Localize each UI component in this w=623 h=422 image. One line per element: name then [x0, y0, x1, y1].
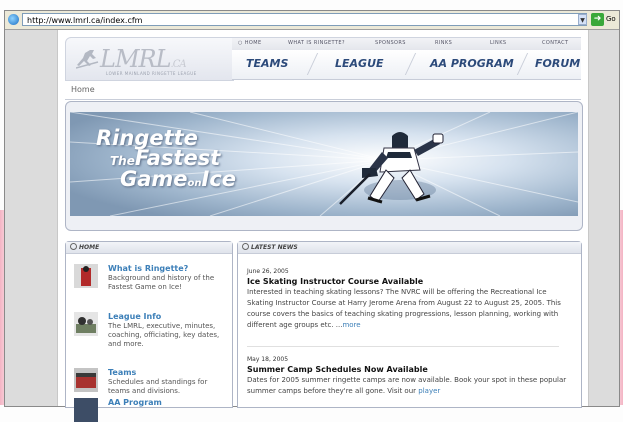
circle-bullet-icon — [70, 243, 77, 250]
nav-league[interactable]: LEAGUE — [335, 57, 384, 70]
news-divider — [247, 346, 559, 347]
news-date: June 26, 2005 — [247, 268, 289, 275]
home-panel: HOME What is Ringette? Background and hi… — [65, 241, 233, 422]
home-item-title[interactable]: What is Ringette? — [108, 264, 188, 273]
home-item-desc: The LMRL, executive, minutes, coaching, … — [108, 322, 220, 348]
news-panel: LATEST NEWS June 26, 2005 Ice Skating In… — [237, 241, 582, 408]
address-bar: http://www.lmrl.ca/index.cfm ▼ ➜ Go — [5, 11, 619, 30]
news-player-link[interactable]: player — [418, 387, 440, 395]
home-item-desc: Schedules and standings for teams and di… — [108, 378, 208, 395]
topnav-sponsors[interactable]: SPONSORS — [375, 40, 406, 46]
nav-teams[interactable]: TEAMS — [246, 57, 288, 70]
news-title[interactable]: Ice Skating Instructor Course Available — [247, 277, 567, 286]
breadcrumb-divider — [65, 99, 581, 100]
news-item: May 18, 2005 Summer Camp Schedules Now A… — [247, 356, 567, 397]
site-logo[interactable]: LMRL.CA LOWER MAINLAND RINGETTE LEAGUE — [65, 37, 234, 81]
home-panel-header: HOME — [66, 242, 232, 254]
address-dropdown-icon[interactable]: ▼ — [578, 14, 587, 25]
nav-forum[interactable]: FORUM — [535, 57, 580, 70]
topnav-rinks[interactable]: RINKS — [435, 40, 452, 46]
circle-bullet-icon — [242, 243, 249, 250]
skater-logo-icon — [76, 50, 99, 69]
banner-title-line3: GameonIce — [120, 167, 237, 191]
topnav-home[interactable]: ○ HOME — [238, 40, 262, 46]
home-item-desc: Background and history of the Fastest Ga… — [108, 274, 215, 291]
nav-aa-program[interactable]: AA PROGRAM — [430, 57, 514, 70]
news-item: June 26, 2005 Ice Skating Instructor Cou… — [247, 268, 567, 331]
nav-divider — [404, 53, 417, 75]
logo-wordmark: LMRL.CA — [100, 45, 187, 73]
news-date: May 18, 2005 — [247, 356, 289, 363]
topnav-links[interactable]: LINKS — [490, 40, 506, 46]
go-button[interactable]: Go — [606, 15, 616, 23]
aa-program-thumbnail — [74, 398, 98, 422]
home-item-title[interactable]: AA Program — [108, 398, 162, 407]
ie-page-icon — [8, 14, 19, 25]
breadcrumb[interactable]: Home — [71, 85, 95, 94]
ringette-player-thumbnail — [74, 264, 98, 288]
banner-frame: Ringette TheFastest GameonIce — [65, 101, 583, 231]
banner-image: Ringette TheFastest GameonIce — [70, 112, 578, 216]
topnav-contact[interactable]: CONTACT — [542, 40, 569, 46]
news-body: Dates for 2005 summer ringette camps are… — [247, 376, 567, 395]
topnav-what-is-ringette[interactable]: WHAT IS RINGETTE? — [288, 40, 345, 46]
league-thumbnail — [74, 312, 98, 336]
logo-subtitle: LOWER MAINLAND RINGETTE LEAGUE — [106, 71, 197, 76]
browser-content: LMRL.CA LOWER MAINLAND RINGETTE LEAGUE ○… — [5, 30, 619, 422]
web-page: LMRL.CA LOWER MAINLAND RINGETTE LEAGUE ○… — [57, 30, 589, 422]
main-nav: TEAMS LEAGUE AA PROGRAM FORUM — [232, 50, 581, 80]
home-item-title[interactable]: League Info — [108, 312, 161, 321]
teams-thumbnail — [74, 368, 98, 392]
address-input[interactable]: http://www.lmrl.ca/index.cfm — [22, 13, 587, 26]
top-nav: ○ HOME WHAT IS RINGETTE? SPONSORS RINKS … — [232, 37, 581, 50]
home-item-title[interactable]: Teams — [108, 368, 136, 377]
go-arrow-icon[interactable]: ➜ — [591, 13, 604, 26]
news-body: Interested in teaching skating lessons? … — [247, 288, 561, 329]
news-more-link[interactable]: more — [342, 321, 360, 329]
news-panel-header: LATEST NEWS — [238, 242, 581, 254]
browser-window: http://www.lmrl.ca/index.cfm ▼ ➜ Go LMRL… — [4, 10, 620, 422]
nav-divider — [306, 53, 319, 75]
nav-divider — [516, 53, 529, 75]
news-title[interactable]: Summer Camp Schedules Now Available — [247, 365, 567, 374]
